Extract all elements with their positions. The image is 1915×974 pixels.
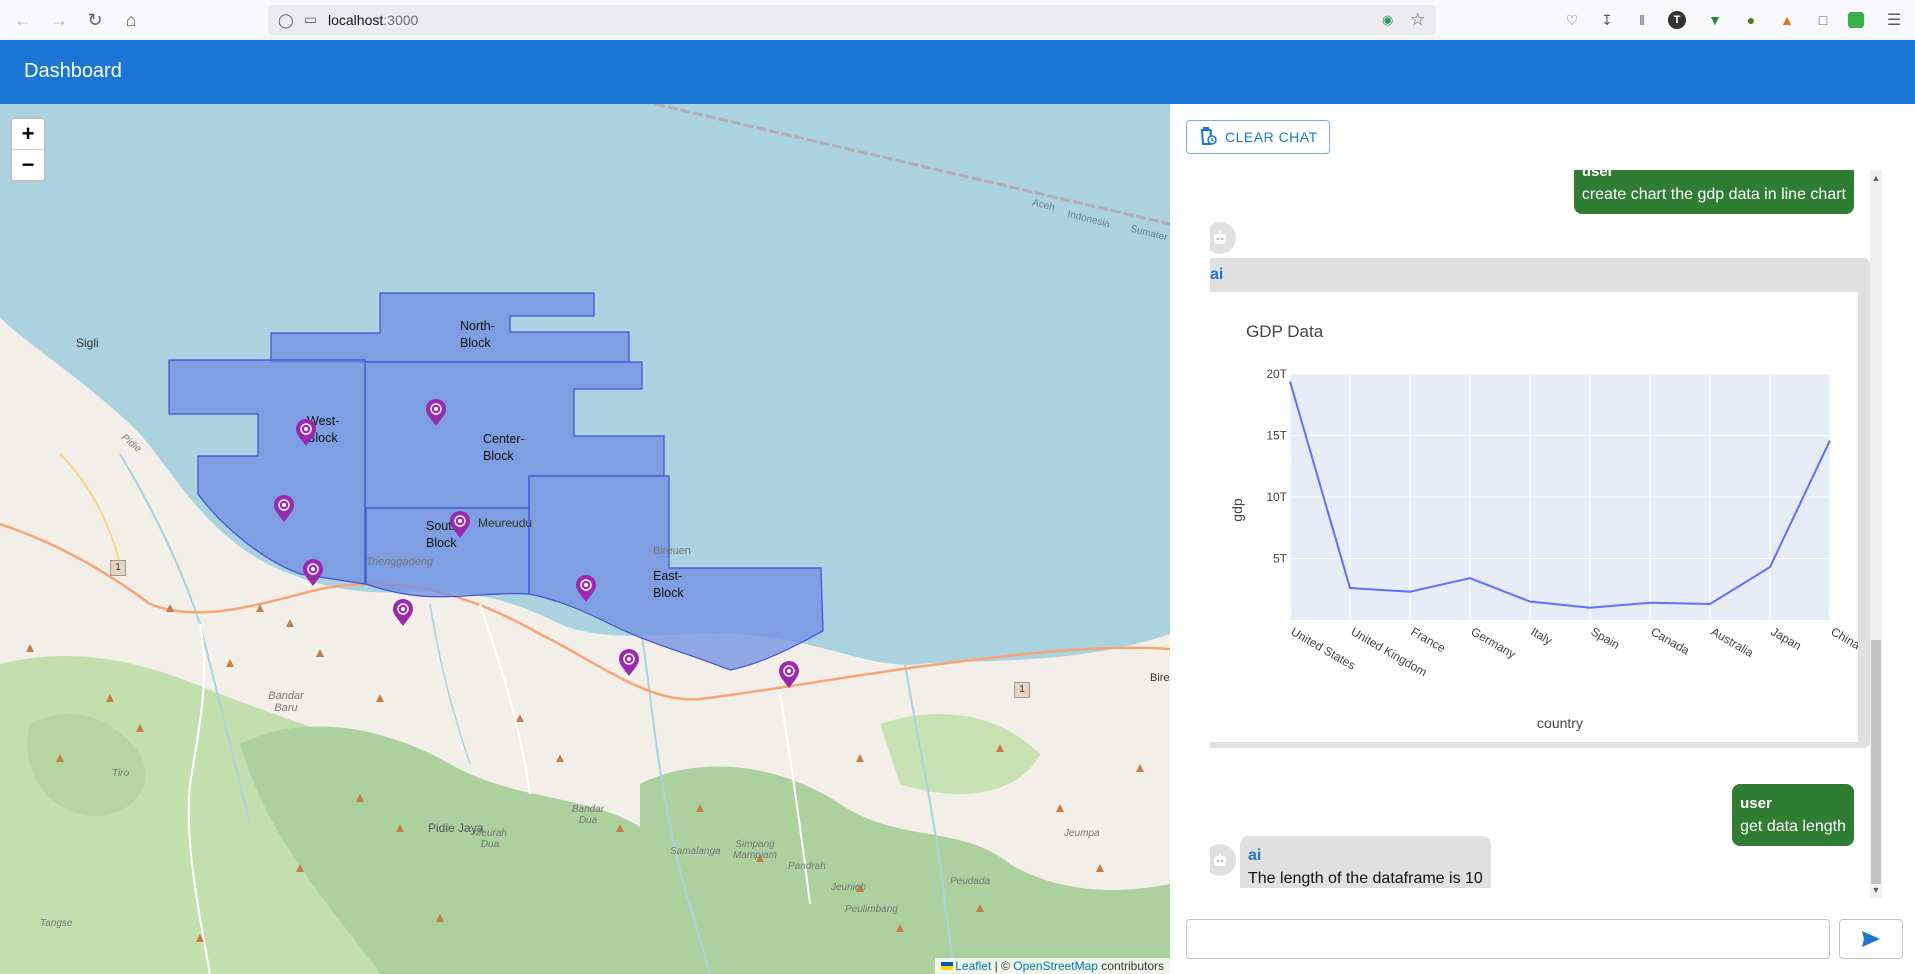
clear-history-icon — [1199, 126, 1217, 149]
bookmark-star-icon[interactable]: ☆ — [1410, 10, 1425, 30]
map[interactable]: Sigli Meureudu Trienggadeng Bandar Baru … — [0, 104, 1170, 974]
leaflet-link[interactable]: Leaflet — [955, 959, 991, 973]
place-label: Peudada — [950, 876, 991, 887]
zoom-out-button[interactable]: − — [12, 149, 44, 180]
message-text: create chart the gdp data in line chart — [1581, 186, 1846, 203]
north-block-label: North- Block — [460, 319, 495, 350]
x-tick-label: Japan — [1769, 624, 1804, 652]
zoom-in-button[interactable]: + — [12, 119, 44, 149]
shield-icon[interactable]: ◯ — [278, 12, 294, 29]
place-label: Bandar Dua — [571, 804, 605, 826]
message-text: get data length — [1740, 818, 1846, 835]
map-attribution: Leaflet | © OpenStreetMap contributors — [935, 958, 1170, 974]
x-tick-label: Germany — [1469, 624, 1519, 661]
download-icon[interactable]: ↧ — [1596, 9, 1618, 31]
place-label: Bireuen — [653, 545, 691, 557]
x-tick-label: Italy — [1529, 624, 1555, 647]
west-block-label: West- Block — [307, 414, 340, 445]
place-label: Simpang Mampiam — [733, 839, 777, 861]
place-label: Tangse — [40, 918, 73, 929]
road-shield-label: 1 — [110, 560, 126, 576]
pocket-icon[interactable]: ♡ — [1561, 9, 1583, 31]
north-block-polygon — [270, 292, 630, 363]
library-icon[interactable]: ‖ — [1631, 9, 1653, 31]
place-label: Meurah Dua — [473, 828, 507, 850]
extension-t-icon[interactable]: T — [1668, 11, 1686, 29]
ai-chart-message: ai 5T 10T 15T 20T United States United Kingd… — [1210, 258, 1870, 748]
y-tick-label: 15T — [1266, 429, 1287, 443]
zoom-control: + − — [10, 117, 46, 182]
y-tick-label: 10T — [1266, 490, 1287, 504]
place-label: Trienggadeng — [366, 556, 434, 568]
extension-core-icon[interactable] — [1848, 12, 1864, 28]
reload-icon[interactable]: ↻ — [82, 7, 108, 33]
home-icon[interactable]: ⌂ — [118, 7, 144, 33]
chat-messages[interactable]: user create chart the gdp data in line c… — [1210, 170, 1915, 888]
x-tick-label: Australia — [1709, 624, 1757, 660]
app-bar: Dashboard — [0, 40, 1915, 104]
forward-icon[interactable]: → — [46, 7, 72, 33]
center-block-label: Center- Block — [483, 432, 525, 463]
east-block-label: East- Block — [653, 569, 684, 600]
place-label: Meureudu — [478, 516, 533, 530]
chat-panel: CLEAR CHAT user create chart the gdp dat… — [1170, 104, 1915, 974]
place-label: Peulimbang — [845, 904, 898, 915]
scroll-thumb[interactable] — [1871, 640, 1881, 884]
extensions-puzzle-icon[interactable]: □ — [1812, 9, 1834, 31]
ai-message: ai The length of the dataframe is 10 — [1240, 836, 1491, 888]
send-button[interactable] — [1839, 919, 1903, 959]
x-tick-label: China — [1829, 624, 1859, 652]
message-sender: user — [1740, 795, 1772, 812]
x-tick-label: United States — [1289, 624, 1358, 672]
clear-chat-button[interactable]: CLEAR CHAT — [1186, 120, 1330, 154]
place-label: Tiro — [112, 768, 130, 779]
osm-link[interactable]: OpenStreetMap — [1013, 959, 1098, 973]
message-sender: ai — [1248, 847, 1262, 864]
y-axis-label: gdp — [1229, 498, 1245, 522]
place-label: Bire — [1150, 672, 1170, 684]
x-tick-label: France — [1409, 624, 1449, 655]
extension-globe-icon[interactable]: ● — [1740, 9, 1762, 31]
metamask-fox-icon[interactable]: ▲ — [1776, 9, 1798, 31]
message-sender: user — [1581, 170, 1614, 180]
place-label: Pandrah — [788, 861, 826, 872]
user-message: user create chart the gdp data in line c… — [1573, 170, 1854, 214]
road-shield-label: 1 — [1014, 682, 1030, 698]
place-label: Sigli — [76, 336, 99, 350]
chart-title: GDP Data — [1246, 322, 1324, 341]
x-axis-label: country — [1537, 715, 1583, 731]
y-tick-label: 5T — [1273, 552, 1288, 566]
user-message: user get data length — [1732, 784, 1854, 846]
back-icon[interactable]: ← — [10, 7, 36, 33]
chat-scrollbar[interactable]: ▲ ▼ — [1870, 170, 1882, 898]
extension-badge-icon[interactable]: ◉ — [1382, 12, 1393, 28]
y-tick-label: 20T — [1266, 367, 1287, 381]
browser-toolbar: ← → ↻ ⌂ ◯ ▭ localhost:3000 ◉ ☆ ♡ ↧ ‖ T ▼… — [0, 0, 1915, 41]
scroll-up-icon[interactable]: ▲ — [1870, 172, 1882, 184]
map-base-layer — [0, 104, 1170, 974]
place-label: Jeunieb — [831, 882, 867, 893]
page-icon: ▭ — [304, 11, 318, 27]
address-bar[interactable]: ◯ ▭ localhost:3000 ◉ ☆ — [268, 5, 1436, 35]
x-tick-label: Spain — [1589, 624, 1623, 651]
place-label: Jeumpa — [1064, 828, 1100, 839]
message-text: The length of the dataframe is 10 — [1248, 870, 1483, 887]
ukraine-flag-icon — [941, 962, 954, 970]
send-icon — [1862, 931, 1880, 947]
scroll-down-icon[interactable]: ▼ — [1870, 884, 1882, 896]
x-tick-label: Canada — [1649, 624, 1693, 657]
chart-svg: 5T10T15T20T United StatesUnited KingdomF… — [1229, 322, 1863, 731]
message-sender: ai — [1210, 266, 1224, 283]
ai-avatar-icon — [1210, 222, 1236, 254]
extension-v-icon[interactable]: ▼ — [1704, 9, 1726, 31]
south-block-label: South- Block — [426, 519, 463, 550]
place-label: Samalanga — [670, 846, 721, 857]
ai-avatar-icon — [1210, 844, 1236, 876]
chat-input[interactable] — [1186, 919, 1830, 959]
gdp-line-chart[interactable]: 5T 10T 15T 20T United States United Kingdom F… — [1210, 292, 1863, 742]
menu-hamburger-icon[interactable]: ☰ — [1883, 9, 1905, 31]
url-text: localhost:3000 — [328, 12, 419, 28]
app-title: Dashboard — [24, 60, 122, 82]
place-label: Bandar Baru — [268, 690, 304, 714]
